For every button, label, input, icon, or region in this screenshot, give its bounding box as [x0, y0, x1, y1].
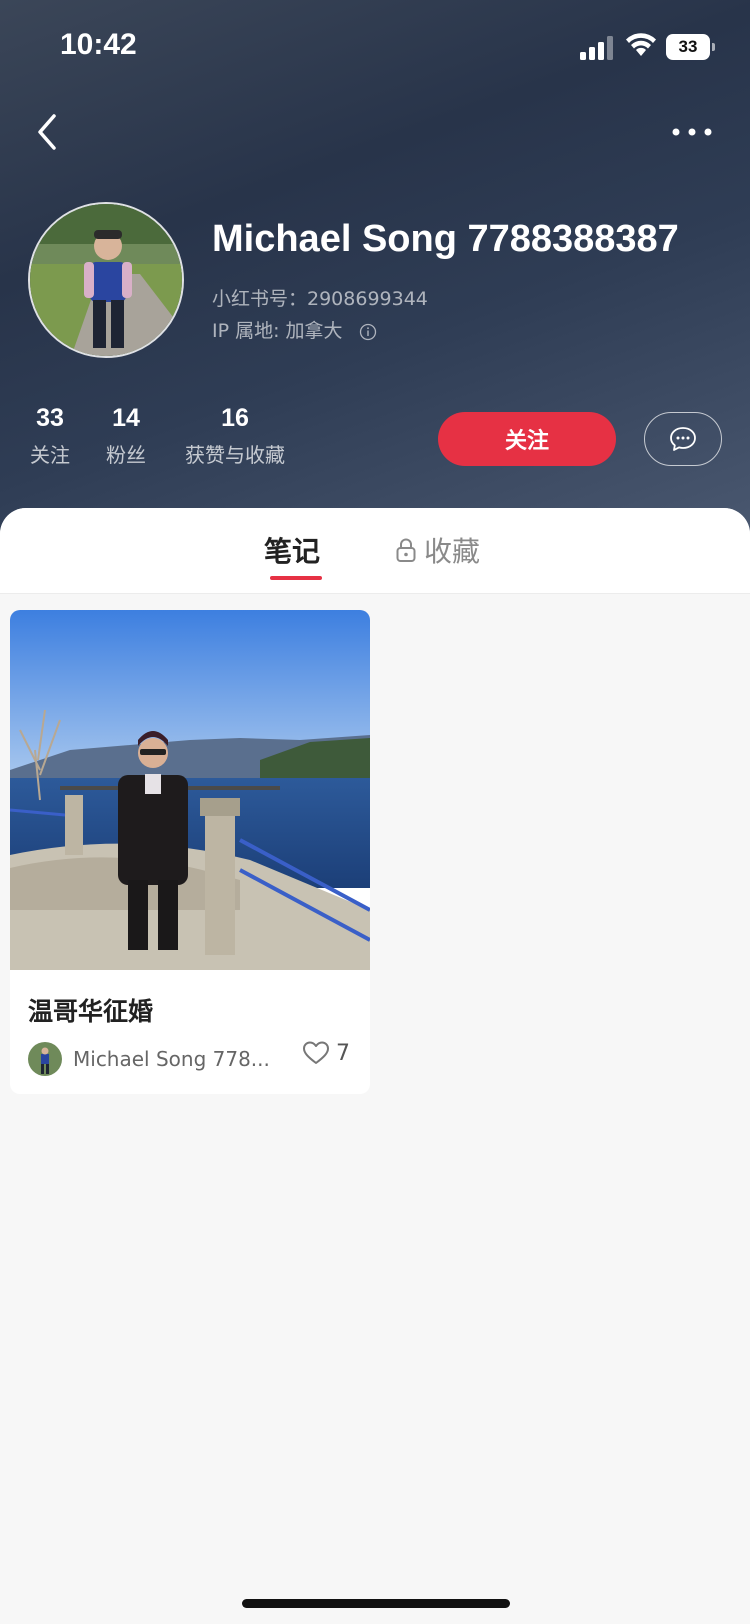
- battery-indicator: 33: [666, 34, 716, 60]
- info-icon[interactable]: [359, 323, 377, 341]
- tab-notes[interactable]: 笔记: [264, 530, 322, 580]
- more-icon[interactable]: [670, 120, 714, 144]
- signal-icon: [580, 36, 613, 60]
- follow-button[interactable]: 关注: [438, 412, 616, 466]
- stat-followers[interactable]: 14 粉丝: [104, 404, 148, 468]
- tab-notes-label: 笔记: [264, 535, 321, 568]
- battery-nub: [712, 43, 715, 51]
- heart-icon: [303, 1041, 329, 1064]
- profile-header: 10:42 33 Michael Song 7788388387 小红书号：29…: [0, 0, 750, 540]
- note-author-name[interactable]: Michael Song 778...: [73, 1047, 273, 1071]
- stat-followers-value: 14: [112, 404, 140, 432]
- author-avatar-photo: [28, 1042, 62, 1076]
- status-time: 10:42: [60, 28, 137, 61]
- note-like-count: 7: [336, 1040, 350, 1066]
- chat-icon: [670, 427, 696, 451]
- message-button[interactable]: [644, 412, 722, 466]
- stat-followers-label: 粉丝: [106, 443, 146, 467]
- profile-id: 小红书号：2908699344: [212, 288, 428, 310]
- note-title: 温哥华征婚: [28, 997, 154, 1026]
- profile-ip-location: IP 属地: 加拿大: [212, 316, 377, 343]
- lock-icon: [396, 538, 416, 562]
- tab-collections[interactable]: 收藏: [394, 530, 480, 570]
- wifi-icon: [626, 33, 656, 56]
- stat-following-value: 33: [36, 404, 64, 432]
- profile-avatar[interactable]: [28, 202, 184, 358]
- home-indicator[interactable]: [242, 1599, 510, 1608]
- stat-following[interactable]: 33 关注: [28, 404, 72, 468]
- tab-collections-label: 收藏: [424, 535, 481, 568]
- battery-level: 33: [666, 34, 710, 60]
- avatar-photo: [30, 204, 182, 356]
- content-panel: 笔记 收藏 温哥华征婚 Michael Song 778... 7: [0, 508, 750, 1624]
- note-author-avatar[interactable]: [28, 1042, 62, 1076]
- stat-likes[interactable]: 16 获赞与收藏: [182, 404, 288, 468]
- stat-following-label: 关注: [30, 443, 70, 467]
- tab-active-indicator: [270, 576, 322, 580]
- profile-name: Michael Song 7788388387: [212, 218, 679, 260]
- note-cover-image: [10, 610, 370, 970]
- ip-location-text: IP 属地: 加拿大: [212, 320, 343, 342]
- status-bar: 10:42 33: [0, 0, 750, 96]
- stat-likes-label: 获赞与收藏: [185, 443, 285, 467]
- back-icon[interactable]: [30, 110, 70, 154]
- note-like[interactable]: 7: [302, 1040, 350, 1066]
- tab-bar: 笔记 收藏: [0, 508, 750, 594]
- stat-likes-value: 16: [221, 404, 249, 432]
- note-card[interactable]: 温哥华征婚 Michael Song 778... 7: [10, 610, 370, 1094]
